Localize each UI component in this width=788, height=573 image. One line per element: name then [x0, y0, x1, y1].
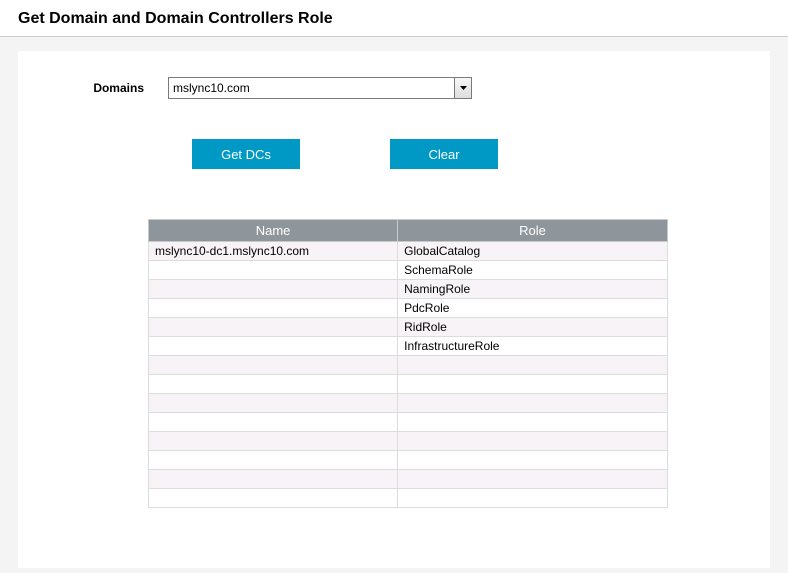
cell-role	[398, 489, 668, 508]
domains-dropdown-button[interactable]	[454, 78, 471, 98]
cell-role	[398, 413, 668, 432]
button-row: Get DCs Clear	[192, 139, 730, 169]
table-row	[149, 394, 668, 413]
cell-name	[149, 356, 398, 375]
domains-input[interactable]	[169, 78, 454, 98]
table-row: SchemaRole	[149, 261, 668, 280]
cell-role	[398, 451, 668, 470]
cell-name	[149, 280, 398, 299]
cell-role: PdcRole	[398, 299, 668, 318]
domains-row: Domains	[58, 77, 730, 99]
table-row	[149, 413, 668, 432]
table-row	[149, 451, 668, 470]
table-row: NamingRole	[149, 280, 668, 299]
col-header-role: Role	[398, 220, 668, 242]
cell-name	[149, 337, 398, 356]
table-row: PdcRole	[149, 299, 668, 318]
domains-select[interactable]	[168, 77, 472, 99]
table-row: InfrastructureRole	[149, 337, 668, 356]
title-divider	[0, 36, 788, 37]
cell-name	[149, 394, 398, 413]
cell-role: InfrastructureRole	[398, 337, 668, 356]
cell-name	[149, 318, 398, 337]
table-row: RidRole	[149, 318, 668, 337]
page-title: Get Domain and Domain Controllers Role	[0, 0, 788, 36]
cell-role: GlobalCatalog	[398, 242, 668, 261]
cell-name	[149, 451, 398, 470]
main-panel: Domains Get DCs Clear Name Role	[18, 51, 770, 568]
cell-role	[398, 470, 668, 489]
cell-role: NamingRole	[398, 280, 668, 299]
cell-name: mslync10-dc1.mslync10.com	[149, 242, 398, 261]
results-table: Name Role mslync10-dc1.mslync10.comGloba…	[148, 219, 668, 508]
cell-role: RidRole	[398, 318, 668, 337]
table-row	[149, 375, 668, 394]
clear-button[interactable]: Clear	[390, 139, 498, 169]
table-row	[149, 470, 668, 489]
cell-role	[398, 432, 668, 451]
table-row	[149, 489, 668, 508]
table-row	[149, 432, 668, 451]
cell-role	[398, 375, 668, 394]
col-header-name: Name	[149, 220, 398, 242]
cell-role	[398, 356, 668, 375]
cell-role: SchemaRole	[398, 261, 668, 280]
cell-name	[149, 375, 398, 394]
table-row	[149, 356, 668, 375]
cell-name	[149, 489, 398, 508]
cell-name	[149, 470, 398, 489]
cell-name	[149, 432, 398, 451]
get-dcs-button[interactable]: Get DCs	[192, 139, 300, 169]
cell-name	[149, 413, 398, 432]
results-table-wrap: Name Role mslync10-dc1.mslync10.comGloba…	[148, 219, 668, 508]
cell-name	[149, 261, 398, 280]
cell-name	[149, 299, 398, 318]
chevron-down-icon	[460, 86, 467, 90]
cell-role	[398, 394, 668, 413]
domains-label: Domains	[58, 81, 168, 95]
table-row: mslync10-dc1.mslync10.comGlobalCatalog	[149, 242, 668, 261]
